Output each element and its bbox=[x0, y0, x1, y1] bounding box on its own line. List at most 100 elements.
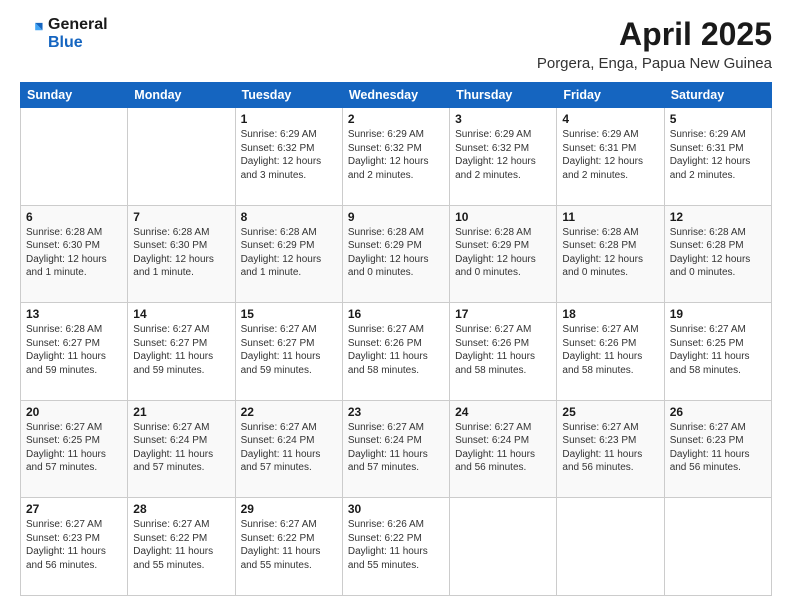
day-info: Sunrise: 6:27 AM Sunset: 6:23 PM Dayligh… bbox=[26, 518, 122, 572]
weekday-header-thursday: Thursday bbox=[450, 83, 557, 108]
day-number: 13 bbox=[26, 307, 122, 321]
calendar-cell: 28 Sunrise: 6:27 AM Sunset: 6:22 PM Dayli… bbox=[128, 498, 235, 596]
day-number: 23 bbox=[348, 405, 444, 419]
day-number: 5 bbox=[670, 112, 766, 126]
calendar-cell: 13 Sunrise: 6:28 AM Sunset: 6:27 PM Dayli… bbox=[21, 303, 128, 401]
calendar-table: SundayMondayTuesdayWednesdayThursdayFrid… bbox=[20, 82, 772, 596]
logo-line2: Blue bbox=[48, 34, 108, 52]
day-info: Sunrise: 6:27 AM Sunset: 6:23 PM Dayligh… bbox=[562, 421, 658, 475]
day-number: 9 bbox=[348, 210, 444, 224]
day-number: 12 bbox=[670, 210, 766, 224]
day-info: Sunrise: 6:28 AM Sunset: 6:29 PM Dayligh… bbox=[348, 226, 444, 280]
day-info: Sunrise: 6:27 AM Sunset: 6:25 PM Dayligh… bbox=[670, 323, 766, 377]
calendar-cell: 12 Sunrise: 6:28 AM Sunset: 6:28 PM Dayli… bbox=[664, 205, 771, 303]
calendar-cell bbox=[664, 498, 771, 596]
calendar-cell: 24Sunrise: 6:27 AM Sunset: 6:24 PM Dayli… bbox=[450, 400, 557, 498]
day-info: Sunrise: 6:27 AM Sunset: 6:25 PM Dayligh… bbox=[26, 421, 122, 475]
day-number: 10 bbox=[455, 210, 551, 224]
calendar-cell: 30 Sunrise: 6:26 AM Sunset: 6:22 PM Dayli… bbox=[342, 498, 449, 596]
day-number: 18 bbox=[562, 307, 658, 321]
weekday-header-saturday: Saturday bbox=[664, 83, 771, 108]
calendar-cell bbox=[21, 108, 128, 206]
calendar-cell: 19 Sunrise: 6:27 AM Sunset: 6:25 PM Dayli… bbox=[664, 303, 771, 401]
calendar-cell: 5 Sunrise: 6:29 AM Sunset: 6:31 PM Daylig… bbox=[664, 108, 771, 206]
day-info: Sunrise: 6:29 AM Sunset: 6:31 PM Dayligh… bbox=[670, 128, 766, 182]
calendar-cell: 16Sunrise: 6:27 AM Sunset: 6:26 PM Dayli… bbox=[342, 303, 449, 401]
logo-line1: General bbox=[48, 16, 108, 34]
weekday-header-sunday: Sunday bbox=[21, 83, 128, 108]
day-info: Sunrise: 6:29 AM Sunset: 6:31 PM Dayligh… bbox=[562, 128, 658, 182]
subtitle: Porgera, Enga, Papua New Guinea bbox=[537, 55, 772, 72]
day-info: Sunrise: 6:29 AM Sunset: 6:32 PM Dayligh… bbox=[241, 128, 337, 182]
calendar-cell: 11Sunrise: 6:28 AM Sunset: 6:28 PM Dayli… bbox=[557, 205, 664, 303]
day-info: Sunrise: 6:28 AM Sunset: 6:27 PM Dayligh… bbox=[26, 323, 122, 377]
day-info: Sunrise: 6:28 AM Sunset: 6:28 PM Dayligh… bbox=[670, 226, 766, 280]
day-info: Sunrise: 6:27 AM Sunset: 6:24 PM Dayligh… bbox=[241, 421, 337, 475]
day-number: 20 bbox=[26, 405, 122, 419]
calendar-cell: 26 Sunrise: 6:27 AM Sunset: 6:23 PM Dayli… bbox=[664, 400, 771, 498]
day-number: 25 bbox=[562, 405, 658, 419]
day-number: 24 bbox=[455, 405, 551, 419]
week-row-3: 13 Sunrise: 6:28 AM Sunset: 6:27 PM Dayli… bbox=[21, 303, 772, 401]
calendar-cell: 21 Sunrise: 6:27 AM Sunset: 6:24 PM Dayli… bbox=[128, 400, 235, 498]
calendar-cell: 3 Sunrise: 6:29 AM Sunset: 6:32 PM Daylig… bbox=[450, 108, 557, 206]
week-row-4: 20 Sunrise: 6:27 AM Sunset: 6:25 PM Dayli… bbox=[21, 400, 772, 498]
day-info: Sunrise: 6:28 AM Sunset: 6:28 PM Dayligh… bbox=[562, 226, 658, 280]
calendar-cell bbox=[450, 498, 557, 596]
day-number: 19 bbox=[670, 307, 766, 321]
calendar-cell: 18 Sunrise: 6:27 AM Sunset: 6:26 PM Dayli… bbox=[557, 303, 664, 401]
day-info: Sunrise: 6:27 AM Sunset: 6:22 PM Dayligh… bbox=[133, 518, 229, 572]
day-number: 30 bbox=[348, 502, 444, 516]
calendar-cell: 25 Sunrise: 6:27 AM Sunset: 6:23 PM Dayli… bbox=[557, 400, 664, 498]
calendar-cell: 17 Sunrise: 6:27 AM Sunset: 6:26 PM Dayli… bbox=[450, 303, 557, 401]
calendar-cell: 15 Sunrise: 6:27 AM Sunset: 6:27 PM Dayli… bbox=[235, 303, 342, 401]
weekday-header-tuesday: Tuesday bbox=[235, 83, 342, 108]
day-info: Sunrise: 6:27 AM Sunset: 6:26 PM Dayligh… bbox=[562, 323, 658, 377]
day-info: Sunrise: 6:27 AM Sunset: 6:27 PM Dayligh… bbox=[241, 323, 337, 377]
day-number: 8 bbox=[241, 210, 337, 224]
day-info: Sunrise: 6:29 AM Sunset: 6:32 PM Dayligh… bbox=[348, 128, 444, 182]
title-block: April 2025 Porgera, Enga, Papua New Guin… bbox=[537, 16, 772, 72]
calendar-cell: 14Sunrise: 6:27 AM Sunset: 6:27 PM Dayli… bbox=[128, 303, 235, 401]
calendar-cell: 9 Sunrise: 6:28 AM Sunset: 6:29 PM Daylig… bbox=[342, 205, 449, 303]
day-number: 1 bbox=[241, 112, 337, 126]
day-number: 14 bbox=[133, 307, 229, 321]
weekday-header-friday: Friday bbox=[557, 83, 664, 108]
day-info: Sunrise: 6:27 AM Sunset: 6:24 PM Dayligh… bbox=[348, 421, 444, 475]
calendar-cell: 6Sunrise: 6:28 AM Sunset: 6:30 PM Daylig… bbox=[21, 205, 128, 303]
calendar-cell: 4 Sunrise: 6:29 AM Sunset: 6:31 PM Daylig… bbox=[557, 108, 664, 206]
day-info: Sunrise: 6:27 AM Sunset: 6:26 PM Dayligh… bbox=[455, 323, 551, 377]
day-number: 22 bbox=[241, 405, 337, 419]
calendar-cell: 22 Sunrise: 6:27 AM Sunset: 6:24 PM Dayli… bbox=[235, 400, 342, 498]
day-number: 27 bbox=[26, 502, 122, 516]
day-number: 15 bbox=[241, 307, 337, 321]
logo-icon bbox=[22, 20, 44, 42]
day-info: Sunrise: 6:26 AM Sunset: 6:22 PM Dayligh… bbox=[348, 518, 444, 572]
day-number: 17 bbox=[455, 307, 551, 321]
calendar-cell bbox=[557, 498, 664, 596]
day-info: Sunrise: 6:27 AM Sunset: 6:24 PM Dayligh… bbox=[133, 421, 229, 475]
day-number: 21 bbox=[133, 405, 229, 419]
week-row-5: 27 Sunrise: 6:27 AM Sunset: 6:23 PM Dayli… bbox=[21, 498, 772, 596]
day-info: Sunrise: 6:27 AM Sunset: 6:23 PM Dayligh… bbox=[670, 421, 766, 475]
calendar-cell: 1 Sunrise: 6:29 AM Sunset: 6:32 PM Daylig… bbox=[235, 108, 342, 206]
header: General Blue April 2025 Porgera, Enga, P… bbox=[20, 16, 772, 72]
logo: General Blue bbox=[20, 16, 108, 51]
calendar-cell: 29 Sunrise: 6:27 AM Sunset: 6:22 PM Dayli… bbox=[235, 498, 342, 596]
day-number: 4 bbox=[562, 112, 658, 126]
day-info: Sunrise: 6:29 AM Sunset: 6:32 PM Dayligh… bbox=[455, 128, 551, 182]
week-row-1: 1 Sunrise: 6:29 AM Sunset: 6:32 PM Daylig… bbox=[21, 108, 772, 206]
day-number: 29 bbox=[241, 502, 337, 516]
calendar-cell: 8Sunrise: 6:28 AM Sunset: 6:29 PM Daylig… bbox=[235, 205, 342, 303]
calendar-cell: 20 Sunrise: 6:27 AM Sunset: 6:25 PM Dayli… bbox=[21, 400, 128, 498]
day-number: 28 bbox=[133, 502, 229, 516]
day-info: Sunrise: 6:28 AM Sunset: 6:30 PM Dayligh… bbox=[26, 226, 122, 280]
day-number: 3 bbox=[455, 112, 551, 126]
day-number: 7 bbox=[133, 210, 229, 224]
day-info: Sunrise: 6:27 AM Sunset: 6:22 PM Dayligh… bbox=[241, 518, 337, 572]
page: General Blue April 2025 Porgera, Enga, P… bbox=[0, 0, 792, 612]
day-number: 16 bbox=[348, 307, 444, 321]
day-number: 26 bbox=[670, 405, 766, 419]
calendar-cell: 7Sunrise: 6:28 AM Sunset: 6:30 PM Daylig… bbox=[128, 205, 235, 303]
weekday-header-monday: Monday bbox=[128, 83, 235, 108]
